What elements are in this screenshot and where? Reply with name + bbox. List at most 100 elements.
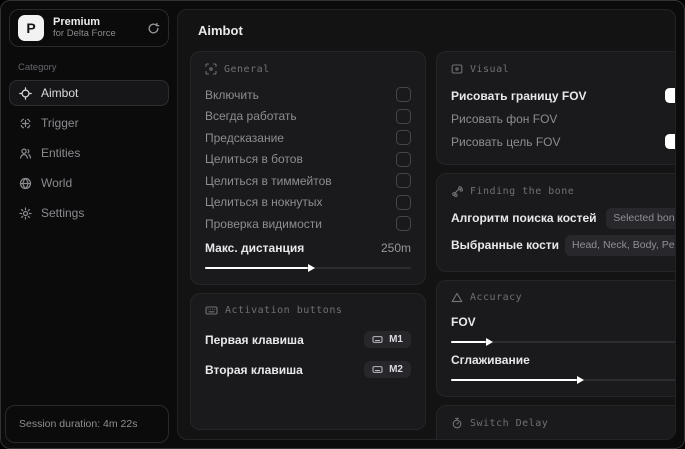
right-column: Visual Рисовать границу FOV Рисовать фон…	[436, 51, 676, 439]
visual-card: Visual Рисовать границу FOV Рисовать фон…	[436, 51, 675, 165]
max-distance-slider[interactable]	[205, 263, 411, 272]
sidebar-item-entities[interactable]: Entities	[9, 140, 169, 166]
accuracy-card: Accuracy FOV 50° Сглаживание 50%	[436, 280, 675, 397]
bone-algorithm-dropdown[interactable]: Selected bone	[606, 207, 675, 229]
checkbox[interactable]	[396, 216, 411, 232]
switch-delay-toggle-row: Задержка переключения	[451, 438, 675, 439]
toggle-label: Целиться в ботов	[205, 152, 303, 167]
section-title: Finding the bone	[470, 185, 575, 197]
sidebar-item-label: Settings	[41, 206, 85, 220]
premium-subtitle: for Delta Force	[53, 27, 116, 39]
premium-card: P Premium for Delta Force	[9, 9, 169, 47]
toggle-label: Включить	[205, 87, 259, 102]
general-header: General	[205, 63, 411, 75]
premium-text: Premium for Delta Force	[53, 16, 138, 40]
crosshair-icon	[19, 86, 32, 100]
keybind-button-primary[interactable]: M1	[364, 331, 411, 348]
color-swatch[interactable]	[665, 88, 675, 103]
keybind-label: Вторая клавиша	[205, 362, 303, 377]
selected-bones-dropdown[interactable]: Head, Neck, Body, Pe..	[565, 234, 676, 256]
activation-card: Activation buttons Первая клавиша M1 Вто…	[190, 292, 426, 430]
toggle-label: Целиться в нокнутых	[205, 195, 323, 210]
bone-card: Finding the bone Алгоритм поиска костей …	[436, 173, 676, 272]
section-title: Accuracy	[470, 292, 523, 303]
sidebar-item-label: World	[41, 176, 73, 190]
sidebar-item-world[interactable]: World	[9, 170, 169, 196]
keybind-row-primary: Первая клавиша M1	[205, 325, 411, 355]
bone-icon	[451, 185, 463, 197]
sidebar-item-label: Entities	[41, 146, 81, 160]
main-panel: Aimbot General Включить Всегда работать …	[177, 9, 676, 440]
section-title: Switch Delay	[470, 417, 549, 429]
bone-label: Алгоритм поиска костей	[451, 211, 597, 225]
triangle-icon	[451, 292, 463, 303]
color-swatch[interactable]	[665, 134, 675, 149]
content-columns: General Включить Всегда работать Предска…	[190, 51, 675, 439]
visual-controls	[665, 88, 675, 103]
keybind-row-secondary: Вторая клавиша M2	[205, 355, 411, 385]
visual-label: Рисовать цель FOV	[451, 134, 561, 149]
sidebar-item-label: Aimbot	[41, 86, 79, 100]
slider-label: FOV	[451, 315, 476, 329]
visual-label: Рисовать границу FOV	[451, 88, 587, 103]
slider-label: Макс. дистанция	[205, 240, 305, 255]
switch-delay-card: Switch Delay Задержка переключения Задер…	[436, 405, 675, 439]
section-title: General	[224, 63, 270, 75]
scan-icon	[205, 63, 217, 75]
activation-header: Activation buttons	[205, 305, 411, 316]
switch-delay-header: Switch Delay	[451, 417, 675, 429]
smoothing-slider[interactable]	[451, 376, 675, 384]
max-distance-row: Макс. дистанция 250m	[205, 238, 411, 258]
sidebar-item-label: Trigger	[41, 116, 79, 130]
checkbox[interactable]	[396, 194, 411, 210]
left-column: General Включить Всегда работать Предска…	[190, 51, 426, 430]
keyboard-icon	[205, 305, 218, 316]
slider-fill[interactable]	[451, 376, 585, 384]
sidebar-item-trigger[interactable]: Trigger	[9, 110, 169, 136]
visual-row-fov-border: Рисовать границу FOV	[451, 84, 675, 107]
stopwatch-icon	[451, 417, 463, 429]
session-card: Session duration: 4m 22s	[5, 405, 169, 443]
toggle-row-aim-teammates: Целиться в тиммейтов	[205, 170, 411, 192]
toggle-label: Проверка видимости	[205, 216, 322, 231]
general-card: General Включить Всегда работать Предска…	[190, 51, 426, 285]
sidebar-item-aimbot[interactable]: Aimbot	[9, 80, 169, 106]
slider-fill[interactable]	[205, 263, 315, 272]
slider-value: 250m	[380, 240, 411, 255]
smoothing-slider-row: Сглаживание 50%	[451, 350, 675, 370]
app-window: P Premium for Delta Force Category Aimbo…	[0, 0, 685, 449]
bone-algorithm-row: Алгоритм поиска костей Selected bone	[451, 206, 675, 230]
entities-icon	[19, 147, 32, 160]
checkbox[interactable]	[396, 87, 411, 103]
toggle-row-aim-bots: Целиться в ботов	[205, 149, 411, 171]
bone-header: Finding the bone	[451, 185, 675, 197]
checkbox[interactable]	[396, 130, 411, 146]
toggle-label: Целиться в тиммейтов	[205, 173, 332, 188]
key-icon	[372, 335, 383, 344]
section-title: Activation buttons	[225, 304, 343, 316]
visual-header: Visual	[451, 63, 675, 75]
session-duration: Session duration: 4m 22s	[19, 418, 138, 430]
toggle-row-prediction: Предсказание	[205, 127, 411, 149]
toggle-row-visibility-check: Проверка видимости	[205, 213, 411, 235]
refresh-icon[interactable]	[147, 22, 160, 35]
fov-slider[interactable]	[451, 338, 675, 346]
key-icon	[372, 365, 383, 374]
keybind-label: Первая клавиша	[205, 332, 304, 347]
checkbox[interactable]	[396, 151, 411, 167]
visual-row-fov-target: Рисовать цель FOV	[451, 130, 675, 153]
toggle-row-always-work: Всегда работать	[205, 106, 411, 128]
gear-icon	[19, 206, 32, 220]
checkbox[interactable]	[396, 173, 411, 189]
visual-row-fov-background: Рисовать фон FOV	[451, 107, 675, 130]
keybind-button-secondary[interactable]: M2	[364, 361, 411, 378]
visual-controls	[665, 134, 675, 149]
checkbox[interactable]	[396, 108, 411, 124]
bone-label: Выбранные кости	[451, 238, 560, 252]
slider-fill[interactable]	[451, 338, 494, 346]
toggle-label: Всегда работать	[205, 109, 297, 124]
page-title: Aimbot	[198, 23, 243, 38]
toggle-row-aim-knocked: Целиться в нокнутых	[205, 192, 411, 214]
dropdown-value: Head, Neck, Body, Pe..	[572, 239, 676, 251]
sidebar-item-settings[interactable]: Settings	[9, 200, 169, 226]
